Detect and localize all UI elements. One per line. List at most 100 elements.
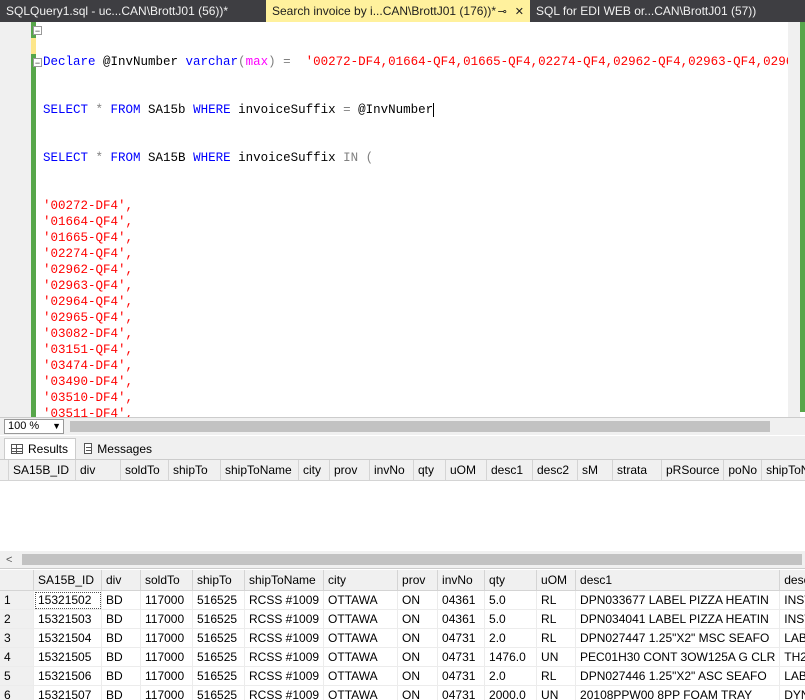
table-cell[interactable]: 117000 [140, 647, 193, 667]
table-cell[interactable]: UN [536, 685, 577, 700]
table-cell[interactable]: RCSS #1009 [244, 685, 325, 700]
code-line[interactable]: '01664-QF4', [43, 214, 805, 230]
column-header[interactable]: soldTo [120, 460, 169, 481]
table-cell[interactable]: PEC01H30 CONT 3OW125A G CLR [575, 647, 781, 667]
column-header[interactable]: city [323, 570, 399, 591]
table-cell[interactable]: 516525 [192, 647, 245, 667]
table-cell[interactable]: 2000.0 [484, 685, 538, 700]
table-cell[interactable]: INSTRU [779, 590, 805, 610]
code-line[interactable]: '02963-QF4', [43, 278, 805, 294]
column-header[interactable]: div [75, 460, 121, 481]
table-cell[interactable]: DPN027447 1.25"X2" MSC SEAFO [575, 628, 781, 648]
table-cell[interactable]: 516525 [192, 666, 245, 686]
table-cell[interactable]: ON [397, 609, 439, 629]
column-header[interactable]: invNo [437, 570, 486, 591]
code-line[interactable]: '01665-QF4', [43, 230, 805, 246]
code-line[interactable]: '02274-QF4', [43, 246, 805, 262]
table-cell[interactable]: DYNE-A [779, 685, 805, 700]
table-cell[interactable]: LABEL [779, 628, 805, 648]
column-header[interactable]: desc2 [532, 460, 578, 481]
table-cell[interactable]: 04731 [437, 666, 486, 686]
column-header[interactable]: invNo [369, 460, 414, 481]
column-header[interactable]: desc2 [779, 570, 805, 591]
table-cell[interactable]: LABEL 5 [779, 666, 805, 686]
table-cell[interactable]: 117000 [140, 628, 193, 648]
vertical-scrollbar[interactable] [788, 22, 800, 417]
table-cell[interactable]: 15321505 [33, 647, 102, 667]
table-row[interactable]: 5 15321506 BD 117000 516525 RCSS #1009 OTTAWA O… [0, 666, 805, 686]
code-line[interactable]: '03510-DF4', [43, 390, 805, 406]
table-cell[interactable]: BD [101, 647, 141, 667]
table-cell[interactable]: RL [536, 590, 577, 610]
column-header[interactable]: desc1 [486, 460, 533, 481]
table-cell[interactable]: 516525 [192, 628, 245, 648]
column-header[interactable]: sM [577, 460, 613, 481]
table-cell[interactable]: RL [536, 628, 577, 648]
table-cell[interactable]: 04361 [437, 609, 486, 629]
table-cell[interactable]: BD [101, 590, 141, 610]
table-cell[interactable]: 117000 [140, 685, 193, 700]
horizontal-scrollbar[interactable] [70, 421, 770, 432]
table-cell[interactable]: 2.0 [484, 666, 538, 686]
table-cell[interactable]: OTTAWA [323, 666, 399, 686]
table-cell[interactable]: DPN033677 LABEL PIZZA HEATIN [575, 590, 781, 610]
scroll-thumb[interactable] [22, 554, 802, 565]
table-cell[interactable]: RCSS #1009 [244, 609, 325, 629]
column-header[interactable]: shipTo [192, 570, 245, 591]
table-row[interactable]: 1 15321502 BD 117000 516525 RCSS #1009 OTTAWA O… [0, 590, 805, 610]
table-cell[interactable]: ON [397, 685, 439, 700]
table-cell[interactable]: 516525 [192, 685, 245, 700]
grid-horizontal-scrollbar[interactable]: < [0, 551, 805, 569]
column-header[interactable]: shipTo [168, 460, 221, 481]
column-header[interactable]: desc1 [575, 570, 781, 591]
column-header[interactable]: shipToName [220, 460, 299, 481]
table-cell[interactable]: 117000 [140, 609, 193, 629]
column-header[interactable]: shipToName [244, 570, 325, 591]
tab-messages[interactable]: Messages [78, 438, 158, 459]
table-cell[interactable]: DPN034041 LABEL PIZZA HEATIN [575, 609, 781, 629]
column-header[interactable]: strata [612, 460, 662, 481]
table-cell[interactable]: OTTAWA [323, 609, 399, 629]
table-cell[interactable]: OTTAWA [323, 628, 399, 648]
table-cell[interactable]: RCSS #1009 [244, 628, 325, 648]
code-text[interactable]: Declare @InvNumber varchar(max) = '00272… [43, 22, 805, 417]
table-cell[interactable]: RL [536, 666, 577, 686]
table-cell[interactable]: 15321507 [33, 685, 102, 700]
code-line[interactable]: '03511-DF4', [43, 406, 805, 417]
table-cell[interactable]: 516525 [192, 609, 245, 629]
table-cell[interactable]: TH200 C [779, 647, 805, 667]
table-cell[interactable]: 2.0 [484, 628, 538, 648]
table-cell[interactable]: BD [101, 609, 141, 629]
table-cell[interactable]: 1476.0 [484, 647, 538, 667]
table-cell[interactable]: BD [101, 628, 141, 648]
zoom-select[interactable]: 100 % ▼ [4, 419, 64, 434]
column-header[interactable]: qty [413, 460, 446, 481]
column-header[interactable]: poNo [723, 460, 763, 481]
table-row[interactable]: 3 15321504 BD 117000 516525 RCSS #1009 OTTAWA O… [0, 628, 805, 648]
table-cell[interactable]: ON [397, 666, 439, 686]
column-header[interactable]: shipToN [761, 460, 805, 481]
table-cell[interactable]: 5.0 [484, 590, 538, 610]
column-header[interactable]: SA15B_ID [33, 570, 102, 591]
code-line[interactable]: '03474-DF4', [43, 358, 805, 374]
table-cell[interactable]: 5.0 [484, 609, 538, 629]
table-cell[interactable]: RCSS #1009 [244, 590, 325, 610]
table-cell[interactable]: 117000 [140, 590, 193, 610]
table-cell[interactable]: 15321503 [33, 609, 102, 629]
column-header[interactable]: div [101, 570, 141, 591]
table-row[interactable]: 6 15321507 BD 117000 516525 RCSS #1009 OTTAWA O… [0, 685, 805, 700]
table-cell[interactable]: 04731 [437, 685, 486, 700]
table-cell[interactable]: 15321502 [33, 590, 102, 610]
table-cell[interactable]: 04731 [437, 628, 486, 648]
table-cell[interactable]: RCSS #1009 [244, 647, 325, 667]
column-header[interactable]: city [298, 460, 330, 481]
code-line[interactable]: '02965-QF4', [43, 310, 805, 326]
tab-sql-for-edi[interactable]: SQL for EDI WEB or...CAN\BrottJ01 (57)) [530, 0, 805, 22]
code-line[interactable]: '00272-DF4', [43, 198, 805, 214]
tab-sqlquery1[interactable]: SQLQuery1.sql - uc...CAN\BrottJ01 (56))* [0, 0, 266, 22]
table-row[interactable]: 4 15321505 BD 117000 516525 RCSS #1009 OTTAWA O… [0, 647, 805, 667]
result-grid-2[interactable]: SA15B_ID div soldTo shipTo shipToName city pro… [0, 570, 805, 700]
collapse-icon[interactable]: − [33, 58, 42, 68]
table-cell[interactable]: 15321504 [33, 628, 102, 648]
code-line[interactable]: '03490-DF4', [43, 374, 805, 390]
